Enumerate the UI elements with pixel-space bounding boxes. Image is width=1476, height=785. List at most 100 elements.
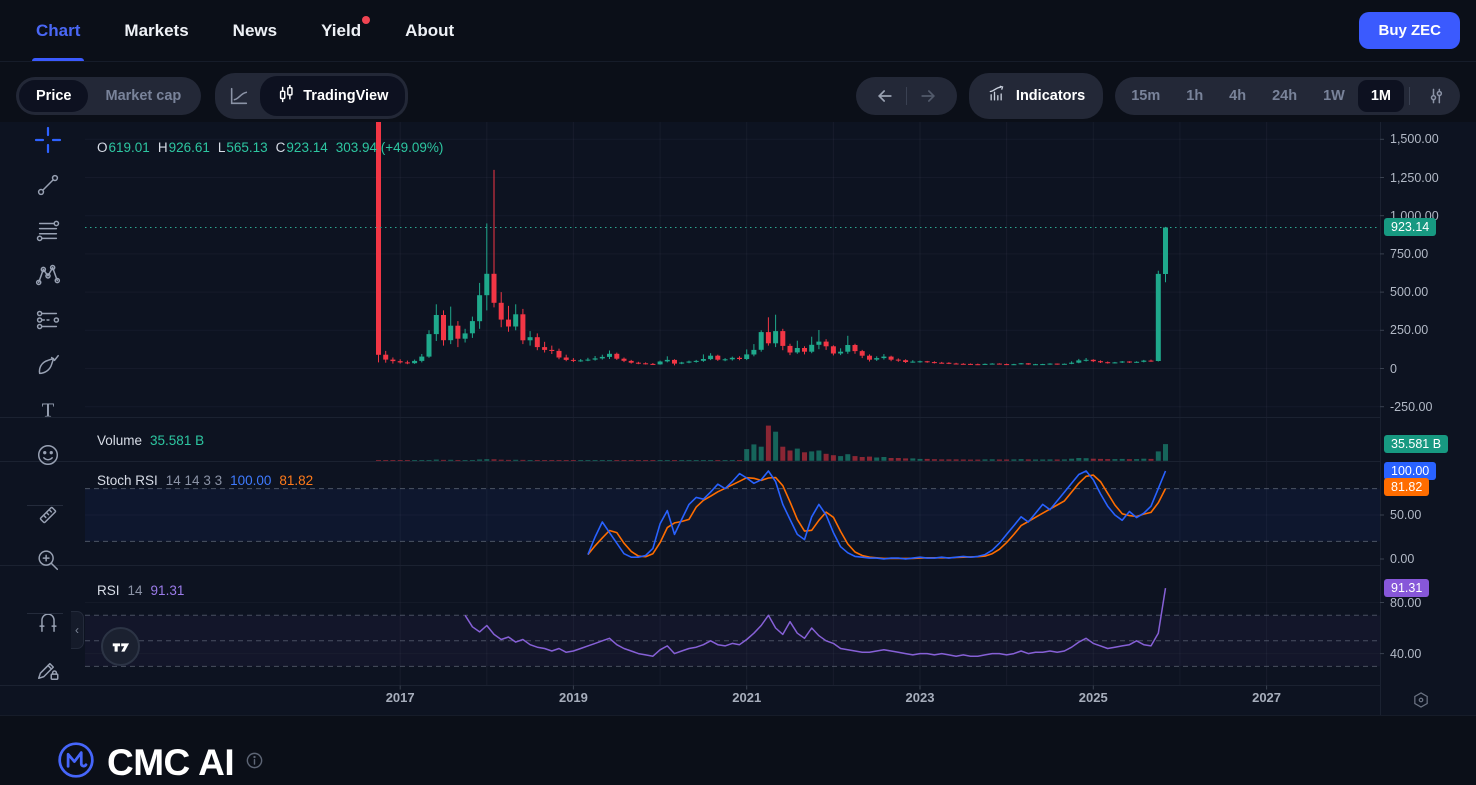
axis-tick-label: 0.00 — [1390, 552, 1414, 566]
ohlc-legend: O619.01 H926.61 L565.13 C923.14 303.94 (… — [97, 140, 443, 155]
tool-text-icon[interactable]: T — [30, 392, 66, 428]
marketcap-toggle-button[interactable]: Market cap — [88, 80, 198, 112]
toolbar-divider — [27, 613, 63, 614]
rsi-params: 14 — [128, 583, 143, 598]
rsi-label: RSI — [97, 583, 120, 598]
toolbar-divider — [27, 505, 63, 506]
stoch-d-value: 81.82 — [279, 473, 313, 488]
nav-item-about[interactable]: About — [405, 0, 454, 61]
tool-xabcd-pattern-icon[interactable] — [30, 257, 66, 293]
top-nav: Chart Markets News Yield About Buy ZEC — [0, 0, 1476, 62]
volume-label: Volume — [97, 433, 142, 448]
axis-tick-label: 40.00 — [1390, 647, 1421, 661]
cmc-ai-title: CMC AI — [107, 742, 234, 784]
timeframe-1h[interactable]: 1h — [1173, 80, 1216, 112]
volume-legend: Volume 35.581 B — [97, 433, 204, 448]
stoch-label: Stoch RSI — [97, 473, 158, 488]
nav-menu: Chart Markets News Yield About — [36, 0, 454, 61]
svg-text:T: T — [42, 400, 55, 422]
open-value: 619.01 — [109, 140, 150, 155]
axis-settings-icon[interactable] — [1409, 688, 1433, 712]
indicators-label: Indicators — [1016, 88, 1085, 104]
stoch-k-value: 100.00 — [230, 473, 271, 488]
axis-tick-label: 0 — [1390, 362, 1397, 376]
toolbar-right: Indicators 15m1h4h24h1W1M — [856, 73, 1460, 119]
axis-tick-label: 1,500.00 — [1390, 132, 1439, 146]
nav-item-markets[interactable]: Markets — [124, 0, 188, 61]
timeframe-24h[interactable]: 24h — [1259, 80, 1310, 112]
open-label: O — [97, 140, 108, 155]
year-label: 2023 — [906, 690, 935, 705]
line-chart-icon[interactable] — [218, 80, 260, 112]
axis-tick-label: 750.00 — [1390, 247, 1428, 261]
tool-crosshair-icon[interactable] — [30, 122, 66, 158]
indicators-button[interactable]: Indicators — [972, 76, 1100, 116]
tool-zoom-in-icon[interactable] — [30, 542, 66, 578]
notification-dot — [362, 16, 370, 24]
tool-trend-line-icon[interactable] — [30, 167, 66, 203]
axis-tick-label: 50.00 — [1390, 508, 1421, 522]
indicators-group: Indicators — [969, 73, 1103, 119]
year-label: 2027 — [1252, 690, 1281, 705]
tradingview-logo[interactable] — [101, 627, 140, 666]
low-value: 565.13 — [226, 140, 267, 155]
axis-tick-label: 250.00 — [1390, 323, 1428, 337]
tool-magnet-icon[interactable] — [30, 604, 66, 640]
timeframe-1w[interactable]: 1W — [1310, 80, 1358, 112]
tool-lock-drawings-icon[interactable] — [30, 651, 66, 687]
axis-tick-label: -250.00 — [1390, 400, 1432, 414]
axis-tick-label: 1,250.00 — [1390, 171, 1439, 185]
cmc-footer: CMC AI — [56, 740, 264, 785]
volume-badge: 35.581 B — [1384, 435, 1448, 453]
tool-fib-retracement-icon[interactable] — [30, 212, 66, 248]
rsi-legend: RSI 14 91.31 — [97, 583, 184, 598]
change-value: 303.94 (+49.09%) — [336, 140, 444, 155]
chart-style-toggle: TradingView — [215, 73, 408, 119]
info-icon[interactable] — [245, 751, 264, 775]
axis-tick-label: 500.00 — [1390, 285, 1428, 299]
close-label: C — [276, 140, 286, 155]
stoch-params: 14 14 3 3 — [166, 473, 222, 488]
tradingview-style-button[interactable]: TradingView — [260, 76, 405, 116]
rsi-value: 91.31 — [151, 583, 185, 598]
high-label: H — [158, 140, 168, 155]
indicators-icon — [987, 84, 1007, 108]
close-value: 923.14 — [286, 140, 327, 155]
tool-emoji-icon[interactable] — [30, 437, 66, 473]
nav-item-chart[interactable]: Chart — [36, 0, 80, 61]
rsi-badge: 91.31 — [1384, 579, 1429, 597]
year-label: 2017 — [386, 690, 415, 705]
chart-region: T ‹ O619.01 H926.61 L565.13 C923.14 303.… — [0, 122, 1476, 716]
price-marketcap-toggle: Price Market cap — [16, 77, 201, 115]
stoch-rsi-legend: Stoch RSI 14 14 3 3 100.00 81.82 — [97, 473, 313, 488]
price-toggle-button[interactable]: Price — [19, 80, 88, 112]
nav-item-yield[interactable]: Yield — [321, 0, 361, 61]
tool-ruler-icon[interactable] — [30, 497, 66, 533]
tradingview-label: TradingView — [303, 88, 388, 104]
cmc-logo — [56, 740, 96, 785]
high-value: 926.61 — [169, 140, 210, 155]
year-label: 2019 — [559, 690, 588, 705]
back-arrow-button[interactable] — [864, 80, 906, 112]
year-label: 2025 — [1079, 690, 1108, 705]
buy-zec-button[interactable]: Buy ZEC — [1359, 12, 1460, 49]
history-nav-group — [856, 77, 957, 115]
axis-tick-label: 80.00 — [1390, 596, 1421, 610]
low-label: L — [218, 140, 226, 155]
stoch-d-badge: 81.82 — [1384, 478, 1429, 496]
tool-projection-icon[interactable] — [30, 302, 66, 338]
last-price-badge: 923.14 — [1384, 218, 1436, 236]
timeframe-15m[interactable]: 15m — [1118, 80, 1173, 112]
timeframe-1m[interactable]: 1M — [1358, 80, 1404, 112]
tool-brush-icon[interactable] — [30, 347, 66, 383]
price-chart-canvas[interactable] — [0, 122, 1476, 716]
year-label: 2021 — [732, 690, 761, 705]
collapse-toolbar-handle[interactable]: ‹ — [71, 611, 84, 649]
timeframe-group: 15m1h4h24h1W1M — [1115, 77, 1460, 115]
forward-arrow-button[interactable] — [907, 80, 949, 112]
candlestick-icon — [277, 84, 295, 108]
chart-toolbar: Price Market cap TradingView — [0, 62, 1476, 130]
nav-item-news[interactable]: News — [233, 0, 277, 61]
timeframe-4h[interactable]: 4h — [1216, 80, 1259, 112]
chart-settings-sliders-icon[interactable] — [1415, 80, 1457, 112]
